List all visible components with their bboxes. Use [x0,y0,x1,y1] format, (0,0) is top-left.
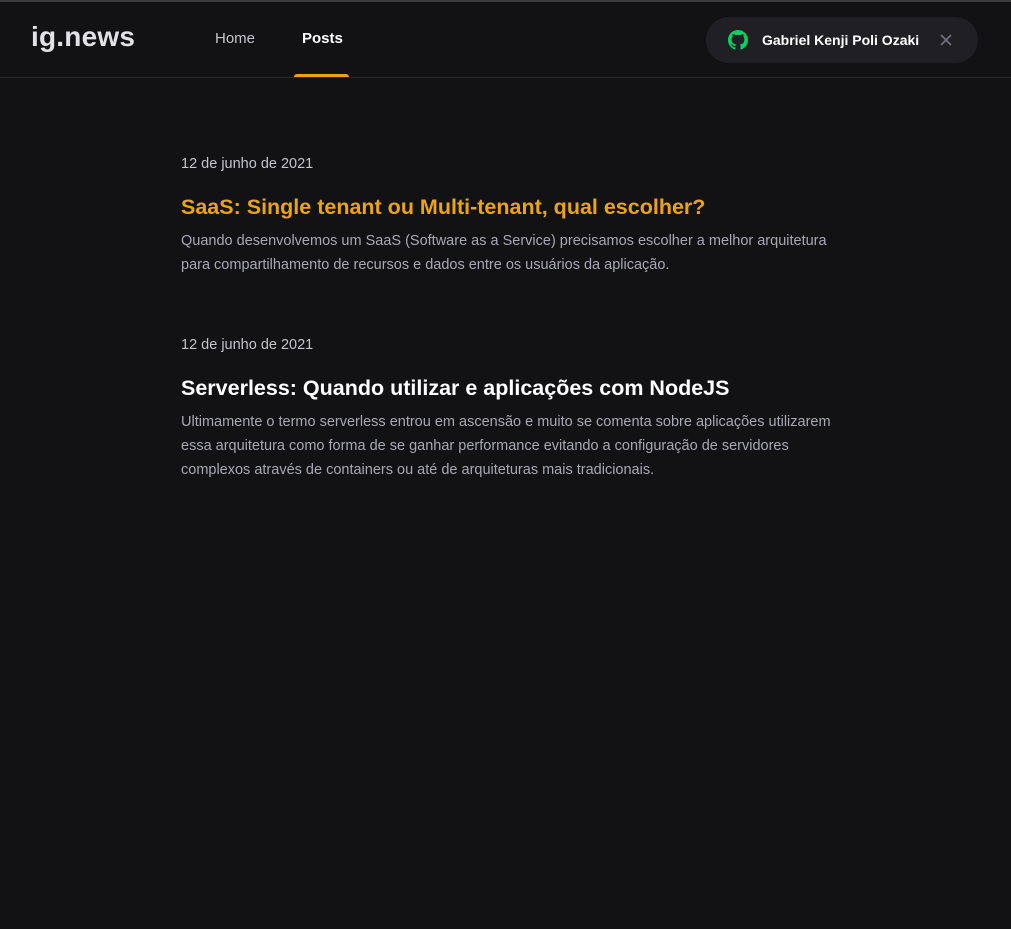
post-title[interactable]: SaaS: Single tenant ou Multi-tenant, qua… [181,193,831,221]
site-header: ig.news Home Posts Gabriel Kenji Poli Oz… [0,2,1011,78]
post-excerpt: Ultimamente o termo serverless entrou em… [181,414,831,478]
post-excerpt: Quando desenvolvemos um SaaS (Software a… [181,233,827,273]
active-nav-indicator [294,74,349,77]
user-name: Gabriel Kenji Poli Ozaki [762,32,920,48]
github-signin-button[interactable]: Gabriel Kenji Poli Ozaki [706,17,978,63]
github-icon [728,30,748,50]
close-icon[interactable] [938,32,954,48]
post-date: 12 de junho de 2021 [181,337,314,353]
nav-link-posts[interactable]: Posts [302,30,343,47]
post-item[interactable]: 12 de junho de 2021 SaaS: Single tenant … [181,155,831,292]
post-title[interactable]: Serverless: Quando utilizar e aplicações… [181,374,831,402]
post-item[interactable]: 12 de junho de 2021 Serverless: Quando u… [181,336,831,497]
nav-link-home[interactable]: Home [215,30,255,47]
site-logo[interactable]: ig.news [31,21,135,53]
post-date: 12 de junho de 2021 [181,156,314,172]
